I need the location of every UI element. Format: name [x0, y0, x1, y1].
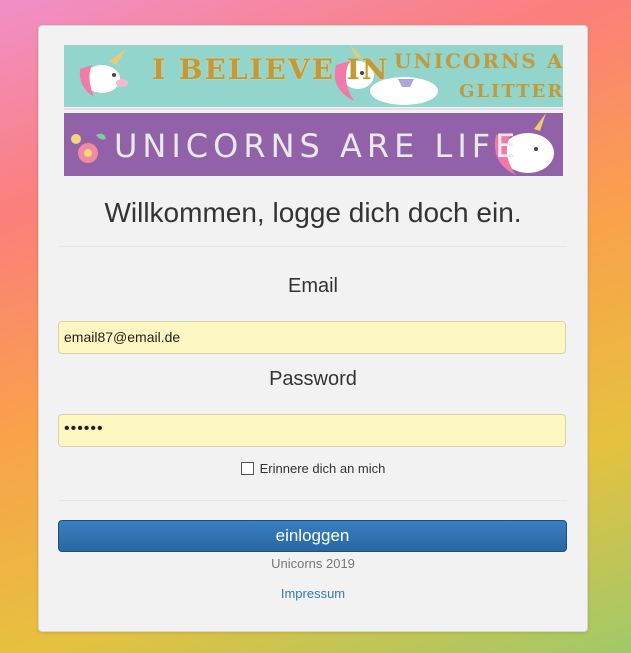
- banner-text-believe: I BELIEVE IN: [152, 53, 390, 86]
- impressum-link[interactable]: Impressum: [39, 586, 587, 601]
- copyright-text: Unicorns 2019: [271, 556, 355, 571]
- banner-unicorns-glitter: I BELIEVE IN UNICORNS AND GLITTER: [64, 45, 563, 107]
- login-card: I BELIEVE IN UNICORNS AND GLITTER UNICOR…: [38, 25, 588, 632]
- email-field[interactable]: email87@email.de: [58, 321, 566, 354]
- banner-unicorns-are-life: UNICORNS ARE LIFE: [64, 113, 563, 176]
- flower-icon: [71, 133, 106, 163]
- login-button[interactable]: einloggen: [58, 520, 567, 552]
- email-label: Email: [287, 275, 338, 297]
- banner-text-glitter: GLITTER: [459, 81, 563, 102]
- banner-text-unicorns-are-life: UNICORNS ARE LIFE: [114, 127, 521, 165]
- divider: [59, 500, 567, 501]
- password-label: Password: [269, 368, 357, 390]
- divider: [59, 246, 567, 247]
- remember-me-label[interactable]: Erinnere dich an mich: [260, 461, 386, 476]
- password-field[interactable]: ••••••: [58, 414, 566, 447]
- unicorn-icon: [79, 49, 128, 97]
- remember-me-checkbox[interactable]: [240, 462, 254, 475]
- banner-text-unicorns-and: UNICORNS AND: [394, 49, 563, 73]
- banner-divider: [64, 108, 563, 110]
- remember-me: Erinnere dich an mich: [39, 461, 587, 476]
- page-title: Willkommen, logge dich doch ein.: [104, 197, 522, 228]
